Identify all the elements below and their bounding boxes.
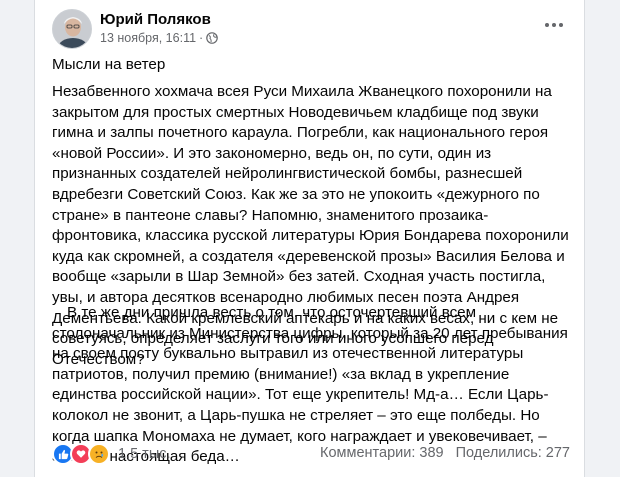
reactions-summary[interactable]: 1,5 тыс.	[52, 443, 171, 465]
post-headline: Мысли на ветер	[52, 56, 166, 73]
author-avatar[interactable]	[52, 9, 92, 49]
shares-count[interactable]: Поделились: 277	[456, 445, 570, 461]
post-date[interactable]: 13 ноября, 16:11	[100, 31, 196, 45]
globe-icon[interactable]	[206, 32, 219, 44]
author-name[interactable]: Юрий Поляков	[100, 11, 211, 28]
engagement-counts: Комментарии: 389 Поделились: 277	[320, 445, 570, 461]
post-card: Юрий Поляков 13 ноября, 16:11 · Мысли на…	[34, 0, 585, 477]
post-meta: 13 ноября, 16:11 ·	[100, 31, 219, 45]
reactions-count[interactable]: 1,5 тыс.	[118, 446, 171, 462]
sad-icon	[88, 443, 110, 465]
comments-count[interactable]: Комментарии: 389	[320, 445, 444, 461]
more-icon[interactable]	[536, 14, 572, 36]
meta-separator: ·	[199, 31, 204, 45]
